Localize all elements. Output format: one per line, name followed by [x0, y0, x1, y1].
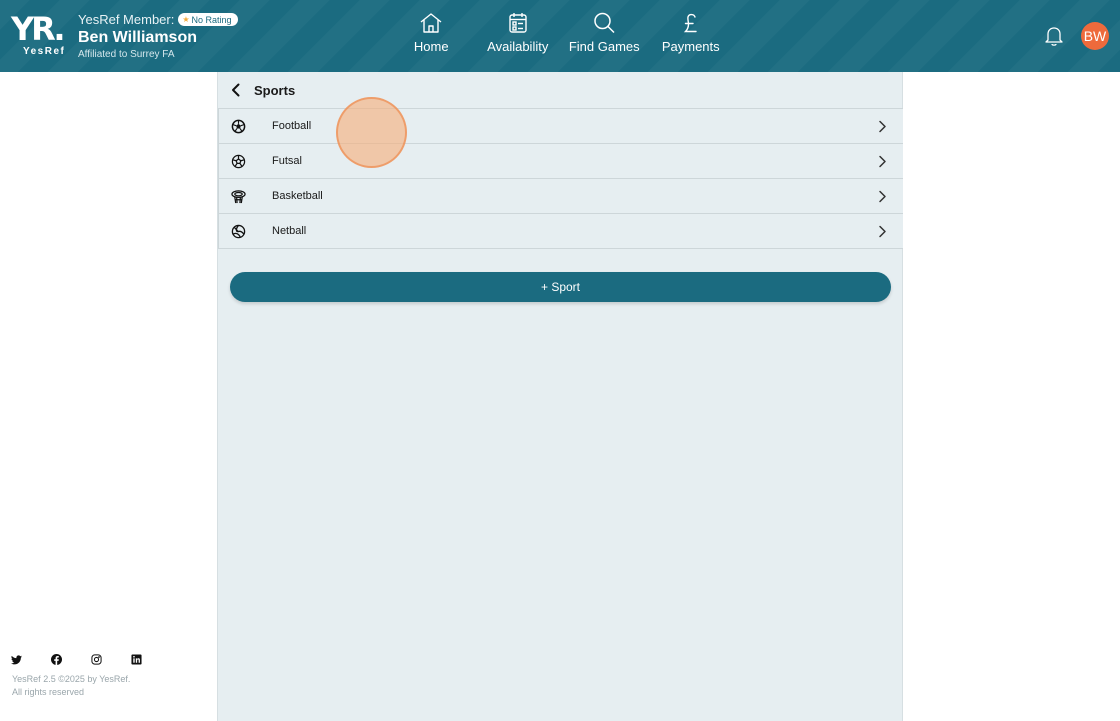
footer-version: YesRef 2.5 ©2025 by YesRef. [12, 674, 131, 684]
search-icon [594, 12, 615, 34]
facebook-icon [51, 654, 62, 665]
netball-icon [231, 224, 246, 239]
member-affiliation: Affiliated to Surrey FA [78, 49, 175, 60]
panel-header: Sports [218, 72, 902, 108]
futsal-icon [231, 154, 246, 169]
linkedin-icon [131, 654, 142, 665]
nav-availability-label: Availability [487, 39, 549, 54]
nav-find-games-label: Find Games [568, 39, 640, 54]
social-links [11, 652, 171, 665]
sport-list: Football Futsal Basketball Netball [218, 108, 903, 249]
home-icon [420, 13, 442, 33]
sport-name: Netball [272, 225, 307, 237]
nav-payments[interactable]: Payments [648, 10, 735, 54]
instagram-icon [91, 654, 102, 665]
member-label: YesRef Member: [78, 12, 175, 27]
twitter-link[interactable] [11, 652, 51, 665]
add-sport-button[interactable]: + Sport [230, 272, 891, 302]
sport-row-basketball[interactable]: Basketball [218, 179, 903, 214]
footer-text: YesRef 2.5 ©2025 by YesRef. All rights r… [12, 673, 130, 699]
sport-name: Futsal [272, 155, 302, 167]
sport-name: Basketball [272, 190, 323, 202]
yesref-logo[interactable]: YR. YesRef [11, 12, 69, 58]
calendar-icon [509, 13, 527, 33]
linkedin-link[interactable] [131, 652, 171, 665]
rating-badge-text: No Rating [191, 14, 232, 25]
nav-payments-label: Payments [661, 39, 720, 54]
chevron-right-icon [879, 190, 886, 203]
facebook-link[interactable] [51, 652, 91, 665]
chevron-right-icon [879, 225, 886, 238]
sport-row-futsal[interactable]: Futsal [218, 144, 903, 179]
member-name: Ben Williamson [78, 29, 197, 46]
chevron-right-icon [879, 120, 886, 133]
nav-home-label: Home [413, 39, 449, 54]
member-info: YesRef Member: ★ No Rating Ben Williamso… [78, 11, 238, 60]
pound-icon [683, 13, 697, 33]
notifications-button[interactable] [1044, 25, 1064, 47]
sports-panel: Sports Football Futsal Basketball Netbal… [217, 72, 903, 721]
sport-row-football[interactable]: Football [218, 109, 903, 144]
star-icon: ★ [182, 15, 190, 24]
chevron-right-icon [879, 155, 886, 168]
instagram-link[interactable] [91, 652, 131, 665]
basketball-icon [231, 190, 246, 204]
football-icon [231, 119, 246, 134]
footer-rights: All rights reserved [12, 687, 85, 697]
nav-home[interactable]: Home [388, 10, 475, 54]
twitter-icon [11, 655, 22, 665]
top-header: YR. YesRef YesRef Member: ★ No Rating Be… [0, 0, 1120, 72]
nav-find-games[interactable]: Find Games [561, 10, 648, 54]
logo-mark: YR. [11, 10, 66, 48]
rating-badge: ★ No Rating [178, 13, 238, 26]
sport-name: Football [272, 120, 312, 132]
avatar[interactable]: BW [1081, 22, 1109, 50]
sport-row-netball[interactable]: Netball [218, 214, 903, 249]
bell-icon [1045, 27, 1063, 46]
back-button[interactable] [220, 72, 252, 108]
main-nav: Home Availability Find Games Payments [388, 10, 734, 54]
chevron-left-icon [232, 83, 240, 97]
nav-availability[interactable]: Availability [475, 10, 562, 54]
logo-text: YesRef [23, 46, 66, 57]
page-title: Sports [254, 82, 296, 98]
